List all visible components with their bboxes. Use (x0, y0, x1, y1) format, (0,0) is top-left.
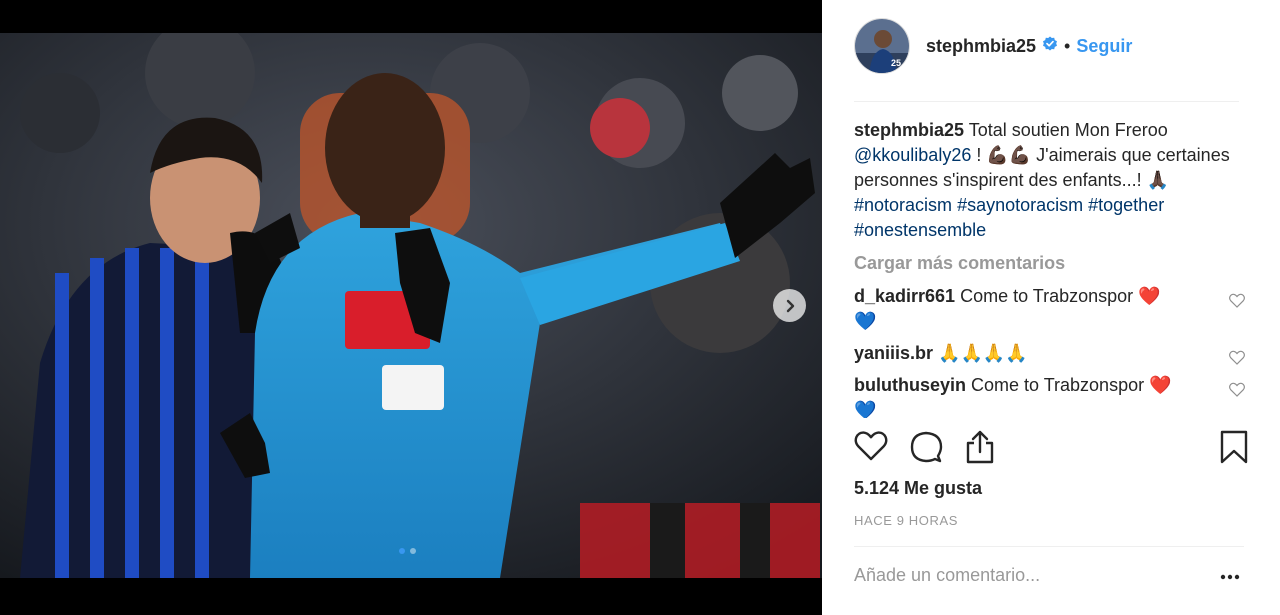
avatar[interactable]: 25 (854, 18, 910, 74)
hashtag[interactable]: #notoracism (854, 195, 952, 215)
hashtag[interactable]: #saynotoracism (957, 195, 1083, 215)
carousel-indicator (399, 548, 416, 554)
comments-list[interactable]: stephmbia25 Total soutien Mon Freroo @kk… (854, 118, 1254, 418)
caption-text: Total soutien Mon Freroo (964, 120, 1168, 140)
hashtag[interactable]: #onestensemble (854, 220, 986, 240)
comment-like-icon[interactable] (1229, 347, 1245, 372)
bookmark-icon[interactable] (1220, 430, 1248, 469)
separator-dot: • (1064, 36, 1071, 56)
comment-emoji: 💙 (854, 311, 877, 331)
verified-badge-icon (1042, 36, 1058, 57)
comment-like-icon[interactable] (1229, 379, 1245, 404)
caption-mention[interactable]: @kkoulibaly26 (854, 145, 971, 165)
chevron-right-icon (786, 299, 794, 312)
comment-text: Come to Trabzonspor (966, 375, 1150, 395)
post-header: 25 stephmbia25 • Seguir (854, 18, 1239, 102)
comment-emoji: ❤️ (1149, 375, 1172, 395)
comment-bubble-icon[interactable] (909, 430, 943, 469)
comment-text: 🙏🙏🙏🙏 (933, 343, 1028, 363)
post-username[interactable]: stephmbia25 (926, 36, 1036, 57)
comment-text: Come to Trabzonspor (955, 286, 1139, 306)
caption-username[interactable]: stephmbia25 (854, 120, 964, 140)
post-actions-bar (854, 426, 1248, 476)
post-side-panel: 25 stephmbia25 • Seguir stephmbia25 Tota… (822, 0, 1280, 615)
comment-username[interactable]: buluthuseyin (854, 375, 966, 395)
comment-item: d_kadirr661 Come to Trabzonspor ❤️ 💙 (854, 284, 1245, 334)
post-media-area (0, 0, 822, 615)
post-photo[interactable] (0, 33, 822, 578)
avatar-jersey-number: 25 (891, 58, 901, 68)
next-slide-button[interactable] (773, 289, 806, 322)
load-more-comments-button[interactable]: Cargar más comentarios (854, 251, 1254, 276)
add-comment-input[interactable] (854, 565, 1210, 586)
divider (854, 546, 1244, 547)
likes-count[interactable]: 5.124 Me gusta (854, 478, 982, 499)
comment-item: yaniiis.br 🙏🙏🙏🙏 (854, 341, 1245, 366)
share-upload-icon[interactable] (964, 430, 996, 469)
more-dots-icon[interactable] (1220, 567, 1240, 585)
comment-username[interactable]: d_kadirr661 (854, 286, 955, 306)
heart-outline-icon[interactable] (854, 430, 888, 467)
post-timestamp[interactable]: HACE 9 HORAS (854, 513, 958, 528)
hashtag[interactable]: #together (1088, 195, 1164, 215)
comment-emoji: ❤️ (1138, 286, 1161, 306)
carousel-dot (410, 548, 416, 554)
comment-emoji: 💙 (854, 400, 877, 418)
follow-button[interactable]: Seguir (1076, 36, 1132, 57)
comment-like-icon[interactable] (1229, 290, 1245, 315)
comment-username[interactable]: yaniiis.br (854, 343, 933, 363)
comment-item: buluthuseyin Come to Trabzonspor ❤️ 💙 (854, 373, 1245, 418)
post-caption: stephmbia25 Total soutien Mon Freroo @kk… (854, 118, 1239, 243)
carousel-dot-active (399, 548, 405, 554)
